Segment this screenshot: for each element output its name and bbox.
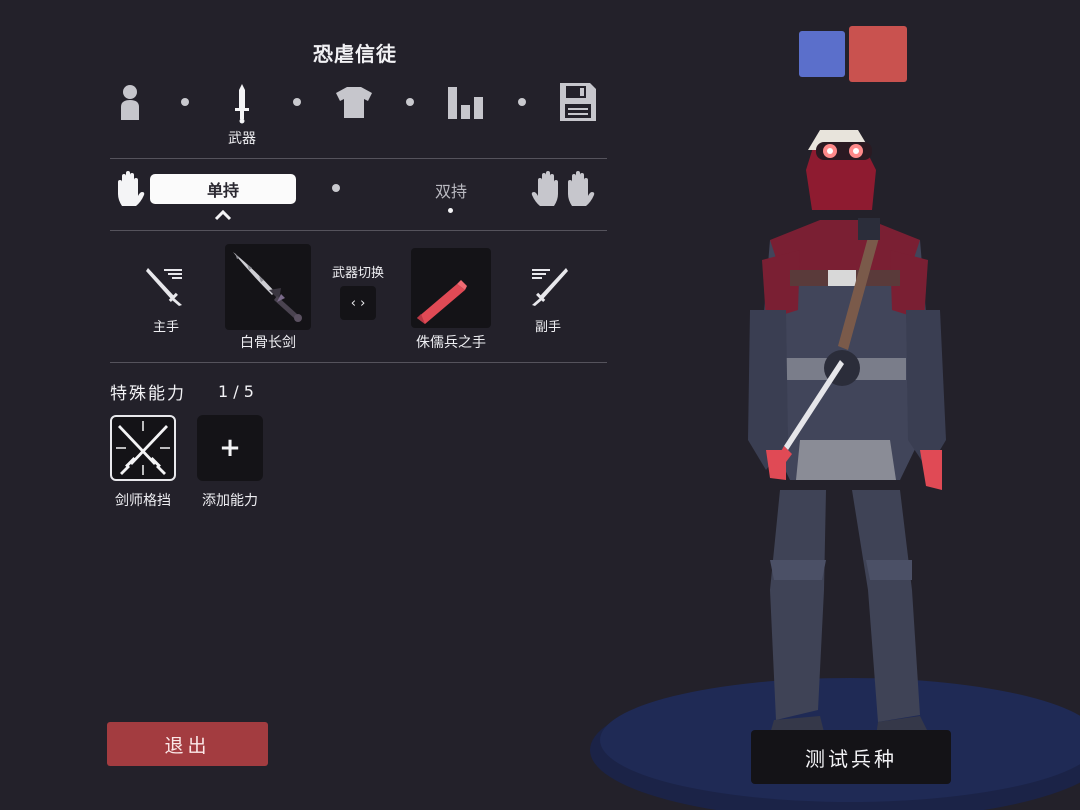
add-ability-label: 添加能力 bbox=[202, 493, 258, 509]
grip-single-button[interactable]: 单持 bbox=[150, 174, 296, 204]
sword-icon bbox=[235, 84, 249, 124]
main-hand-icon[interactable] bbox=[144, 266, 186, 310]
step-weapons-label: 武器 bbox=[228, 131, 256, 147]
off-hand-label: 副手 bbox=[534, 320, 561, 335]
divider bbox=[110, 362, 607, 363]
off-hand-icon[interactable] bbox=[528, 266, 570, 310]
step-clothing[interactable] bbox=[332, 84, 376, 120]
step-separator bbox=[406, 98, 414, 106]
step-weapons[interactable] bbox=[226, 82, 258, 124]
stats-icon bbox=[448, 87, 483, 119]
dual-hands-icon bbox=[530, 170, 598, 212]
step-stats[interactable] bbox=[446, 84, 486, 120]
step-separator bbox=[293, 98, 301, 106]
abilities-title: 特殊能力 bbox=[110, 384, 186, 404]
team-blue-swatch[interactable] bbox=[799, 31, 845, 77]
divider bbox=[110, 230, 607, 231]
step-separator bbox=[181, 98, 189, 106]
shirt-icon bbox=[336, 87, 372, 118]
test-unit-button[interactable]: 测试兵种 bbox=[751, 730, 951, 784]
single-hand-icon bbox=[114, 170, 146, 212]
weapon-switch-button[interactable]: ‹ › bbox=[340, 286, 376, 320]
main-hand-label: 主手 bbox=[152, 320, 179, 335]
crossed-swords-icon bbox=[116, 421, 170, 475]
abilities-count: 1 / 5 bbox=[218, 382, 254, 401]
grip-separator bbox=[332, 184, 340, 192]
off-weapon-name: 侏儒兵之手 bbox=[416, 335, 486, 351]
unit-name-title: 恐虐信徒 bbox=[313, 42, 397, 66]
weapon-switch-label: 武器切换 bbox=[331, 266, 384, 281]
main-weapon-name: 白骨长剑 bbox=[240, 335, 296, 351]
off-weapon-slot[interactable] bbox=[411, 248, 491, 328]
grip-dual-button[interactable]: 双持 bbox=[420, 178, 482, 202]
step-separator bbox=[518, 98, 526, 106]
bone-longsword-icon bbox=[233, 252, 302, 322]
gnome-hand-icon bbox=[417, 280, 467, 324]
exit-button[interactable]: 退出 bbox=[107, 722, 268, 766]
person-icon bbox=[121, 85, 139, 120]
ability-slot-1[interactable] bbox=[110, 415, 176, 481]
team-red-swatch[interactable] bbox=[849, 26, 907, 82]
divider bbox=[110, 158, 607, 159]
unit-preview bbox=[590, 130, 1080, 810]
ability-slot-1-label: 剑师格挡 bbox=[115, 493, 171, 509]
step-unit[interactable] bbox=[114, 82, 146, 122]
add-ability-button[interactable]: + bbox=[197, 415, 263, 481]
main-weapon-slot[interactable] bbox=[225, 244, 311, 330]
selected-chevron-up-icon bbox=[214, 206, 232, 225]
grip-dual-indicator bbox=[448, 208, 453, 213]
